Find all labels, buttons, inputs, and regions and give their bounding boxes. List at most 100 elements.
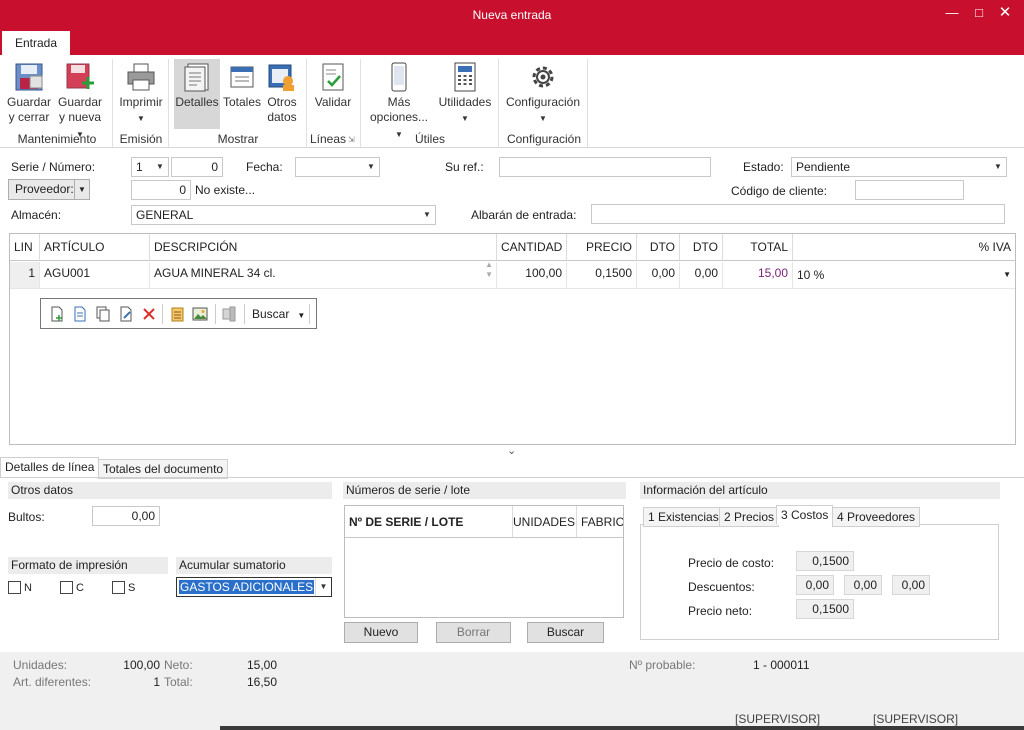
- checkbox-s[interactable]: [112, 581, 125, 594]
- col-header-articulo[interactable]: ARTÍCULO: [40, 234, 150, 261]
- validate-button[interactable]: Validar: [312, 61, 354, 110]
- cell-iva-value: 10 %: [797, 268, 825, 282]
- copy-icon[interactable]: [95, 306, 111, 322]
- group-label-lineas: Líneas: [309, 132, 347, 146]
- new-line-icon[interactable]: [49, 306, 65, 322]
- chevron-down-icon: ▼: [423, 210, 431, 219]
- formato-header: Formato de impresión: [8, 557, 168, 574]
- checkbox-s-label: S: [128, 582, 136, 594]
- info-articulo-header: Información del artículo: [640, 482, 1000, 499]
- precio-neto-value: 0,1500: [796, 599, 854, 619]
- spin-arrows-icon[interactable]: ▲ ▼: [485, 262, 493, 280]
- col-header-dto3[interactable]: DTO 3: [680, 234, 723, 281]
- series-col-header-serie[interactable]: Nº DE SERIE / LOTE: [345, 506, 513, 538]
- col-header-total[interactable]: TOTAL: [723, 234, 793, 261]
- acumular-select[interactable]: GASTOS ADICIONALES ▼: [176, 577, 332, 597]
- group-divider: [112, 59, 113, 147]
- tab-precios[interactable]: 2 Precios: [719, 507, 780, 527]
- suref-input[interactable]: [499, 157, 711, 177]
- col-header-descripcion[interactable]: DESCRIPCIÓN: [150, 234, 497, 261]
- nuevo-button[interactable]: Nuevo: [344, 622, 418, 643]
- image-icon[interactable]: [192, 306, 208, 322]
- checkbox-n[interactable]: [8, 581, 21, 594]
- col-header-iva[interactable]: % IVA: [793, 234, 1015, 261]
- serie-select[interactable]: 1 ▼: [131, 157, 169, 177]
- col-header-lin[interactable]: LIN: [10, 234, 40, 261]
- art-diferentes-label: Art. diferentes:: [13, 675, 92, 689]
- fecha-input[interactable]: ▼: [295, 157, 380, 177]
- tab-entrada[interactable]: Entrada: [2, 31, 70, 55]
- other-data-label-2: datos: [267, 110, 297, 124]
- notes-icon[interactable]: [169, 306, 185, 322]
- maximize-button[interactable]: □: [968, 4, 990, 22]
- cell-dto1[interactable]: 0,00: [637, 262, 680, 289]
- cell-descripcion[interactable]: AGUA MINERAL 34 cl. ▲ ▼: [150, 262, 497, 289]
- details-button[interactable]: Detalles: [174, 59, 220, 129]
- col-header-precio[interactable]: PRECIO: [567, 234, 637, 261]
- series-col-header-fabrica[interactable]: FABRICA: [577, 506, 623, 538]
- cell-articulo[interactable]: AGU001: [40, 262, 150, 289]
- ribbon-tab-bar: Entrada: [0, 30, 1024, 55]
- col-header-cantidad[interactable]: CANTIDAD: [497, 234, 567, 261]
- chevron-down-icon: ▼: [1003, 270, 1011, 279]
- almacen-select[interactable]: GENERAL ▼: [131, 205, 436, 225]
- proveedor-dropdown-button[interactable]: ▼: [74, 179, 90, 200]
- tab-proveedores[interactable]: 4 Proveedores: [832, 507, 921, 527]
- almacen-label: Almacén:: [11, 208, 62, 222]
- series-col-header-unidades[interactable]: UNIDADES: [513, 506, 577, 538]
- disabled-tool-icon[interactable]: [221, 306, 237, 322]
- tab-totales-documento[interactable]: Totales del documento: [98, 459, 229, 479]
- print-button[interactable]: Imprimir ▼: [118, 61, 164, 126]
- borrar-button[interactable]: Borrar: [436, 622, 511, 643]
- save-close-button[interactable]: Guardar y cerrar: [6, 61, 52, 125]
- chevron-down-icon: ▼: [297, 311, 306, 320]
- checkbox-c[interactable]: [60, 581, 73, 594]
- other-data-button[interactable]: Otros datos: [264, 61, 300, 125]
- more-options-label-2: opciones...: [369, 110, 429, 124]
- totals-label: Totales: [222, 95, 262, 109]
- totals-button[interactable]: Totales: [222, 61, 262, 110]
- proveedor-button[interactable]: Proveedor:: [8, 179, 75, 200]
- otros-datos-header: Otros datos: [8, 482, 332, 499]
- lines-toolbar: Buscar ▼: [40, 298, 317, 329]
- col-header-dto1[interactable]: DTO 1: [637, 234, 680, 281]
- serie-value: 1: [136, 160, 143, 174]
- tab-divider: [0, 477, 1024, 478]
- albaran-input[interactable]: [591, 204, 1005, 224]
- codigo-cliente-input[interactable]: [855, 180, 964, 200]
- tab-detalles-linea[interactable]: Detalles de línea: [0, 457, 100, 478]
- group-label-emision: Emisión: [119, 132, 163, 146]
- cell-precio[interactable]: 0,1500: [567, 262, 637, 289]
- acumular-value: GASTOS ADICIONALES: [179, 580, 315, 594]
- more-options-button[interactable]: Más opciones... ▼: [366, 61, 432, 142]
- n-probable-value: 1 - 000011: [753, 658, 810, 672]
- minimize-button[interactable]: —: [941, 4, 963, 22]
- tab-existencias[interactable]: 1 Existencias: [643, 507, 724, 527]
- splitter-chevron-icon[interactable]: ⌄: [507, 444, 516, 457]
- save-new-button[interactable]: Guardar y nueva ▼: [54, 61, 106, 142]
- buscar-dropdown-button[interactable]: Buscar ▼: [252, 307, 305, 321]
- proveedor-input[interactable]: 0: [131, 180, 191, 200]
- title-bar: Nueva entrada — □ ✕: [0, 0, 1024, 30]
- insert-line-icon[interactable]: [72, 306, 88, 322]
- series-grid: Nº DE SERIE / LOTE UNIDADES FABRICA: [344, 505, 624, 618]
- edit-icon[interactable]: [118, 306, 134, 322]
- estado-select[interactable]: Pendiente ▼: [791, 157, 1007, 177]
- toolbar-divider: [309, 304, 310, 324]
- cell-cantidad[interactable]: 100,00: [497, 262, 567, 289]
- cell-iva[interactable]: 10 % ▼: [793, 262, 1015, 289]
- tab-costos[interactable]: 3 Costos: [776, 505, 834, 525]
- dialog-launcher-icon[interactable]: ⇲: [348, 135, 355, 144]
- cell-lin[interactable]: 1: [10, 262, 40, 289]
- utilities-button[interactable]: Utilidades ▼: [436, 61, 494, 126]
- cell-dto3[interactable]: 0,00: [680, 262, 723, 289]
- configuration-button[interactable]: Configuración ▼: [504, 61, 582, 126]
- numero-input[interactable]: 0: [171, 157, 223, 177]
- mobile-phone-icon: [391, 62, 407, 92]
- close-button[interactable]: ✕: [994, 4, 1016, 22]
- buscar-button[interactable]: Buscar: [527, 622, 604, 643]
- delete-icon[interactable]: [141, 306, 157, 322]
- cell-total[interactable]: 15,00: [723, 262, 793, 289]
- bultos-input[interactable]: 0,00: [92, 506, 160, 526]
- status-footer: Unidades: 100,00 Art. diferentes: 1 Neto…: [0, 652, 1024, 730]
